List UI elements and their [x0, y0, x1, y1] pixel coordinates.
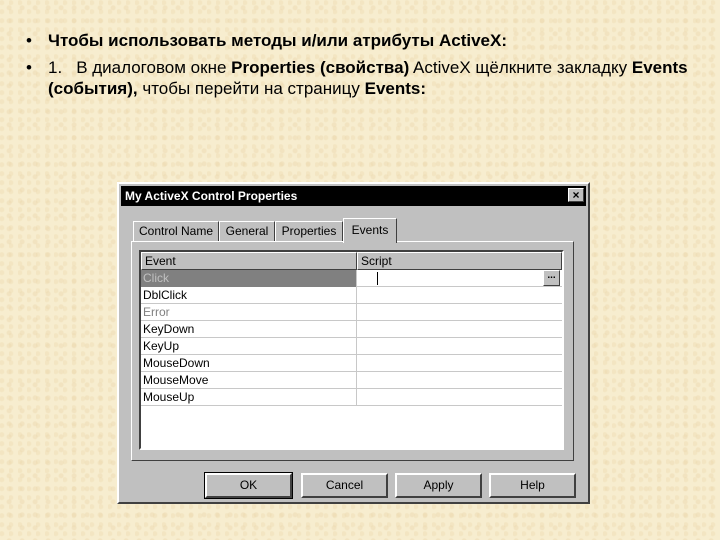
bullet-dot: •: [26, 58, 32, 77]
properties-term: Properties (свойства): [231, 58, 410, 77]
dialog-titlebar[interactable]: My ActiveX Control Properties ×: [121, 186, 586, 206]
event-name: MouseDown: [141, 355, 357, 372]
grid-header: Event Script: [141, 252, 562, 270]
column-header-script[interactable]: Script: [357, 252, 562, 270]
script-cell[interactable]: ...: [357, 270, 562, 287]
bullet-1: • Чтобы использовать методы и/или атрибу…: [26, 30, 696, 51]
script-cell[interactable]: [357, 389, 562, 406]
events-panel: Event Script Click ... DblClick Error Ke…: [131, 241, 574, 461]
tab-properties[interactable]: Properties: [275, 221, 343, 242]
event-row-click[interactable]: Click ...: [141, 270, 562, 287]
bullet-1-text: Чтобы использовать методы и/или атрибуты…: [48, 31, 507, 50]
tab-general[interactable]: General: [219, 221, 275, 242]
event-name: MouseMove: [141, 372, 357, 389]
event-name: MouseUp: [141, 389, 357, 406]
step-number: 1.: [48, 58, 63, 77]
bullet-2: • 1. В диалоговом окне Properties (свойст…: [26, 57, 696, 99]
event-row-keyup[interactable]: KeyUp: [141, 338, 562, 355]
event-row-keydown[interactable]: KeyDown: [141, 321, 562, 338]
dialog-title: My ActiveX Control Properties: [125, 189, 298, 203]
event-name: Error: [141, 304, 357, 321]
tab-control-name[interactable]: Control Name: [133, 221, 219, 242]
script-cell[interactable]: [357, 304, 562, 321]
event-row-mousemove[interactable]: MouseMove: [141, 372, 562, 389]
tab-events[interactable]: Events: [343, 218, 397, 243]
help-button[interactable]: Help: [489, 473, 576, 498]
script-cell[interactable]: [357, 287, 562, 304]
events-grid: Event Script Click ... DblClick Error Ke…: [139, 250, 564, 450]
script-cell[interactable]: [357, 338, 562, 355]
event-name: Click: [141, 270, 357, 287]
event-row-mouseup[interactable]: MouseUp: [141, 389, 562, 406]
event-row-mousedown[interactable]: MouseDown: [141, 355, 562, 372]
event-name: KeyUp: [141, 338, 357, 355]
script-cell[interactable]: [357, 372, 562, 389]
events-page-term: Events:: [364, 79, 427, 98]
event-row-error[interactable]: Error: [141, 304, 562, 321]
apply-button[interactable]: Apply: [395, 473, 482, 498]
event-row-dblclick[interactable]: DblClick: [141, 287, 562, 304]
column-header-event[interactable]: Event: [141, 252, 357, 270]
bullet-2-text-a: В диалоговом окне: [76, 58, 232, 77]
ellipsis-button[interactable]: ...: [543, 270, 560, 286]
properties-dialog: My ActiveX Control Properties × Control …: [117, 182, 590, 504]
text-caret: [377, 272, 378, 285]
script-cell[interactable]: [357, 321, 562, 338]
ok-button[interactable]: OK: [204, 472, 293, 499]
close-button[interactable]: ×: [568, 188, 584, 202]
slide-text: • Чтобы использовать методы и/или атрибу…: [26, 30, 696, 105]
script-cell[interactable]: [357, 355, 562, 372]
bullet-2-text-c: чтобы перейти на страницу: [137, 79, 365, 98]
bullet-2-text-b: ActiveX щёлкните закладку: [409, 58, 632, 77]
event-name: KeyDown: [141, 321, 357, 338]
event-name: DblClick: [141, 287, 357, 304]
cancel-button[interactable]: Cancel: [301, 473, 388, 498]
bullet-dot: •: [26, 31, 32, 50]
